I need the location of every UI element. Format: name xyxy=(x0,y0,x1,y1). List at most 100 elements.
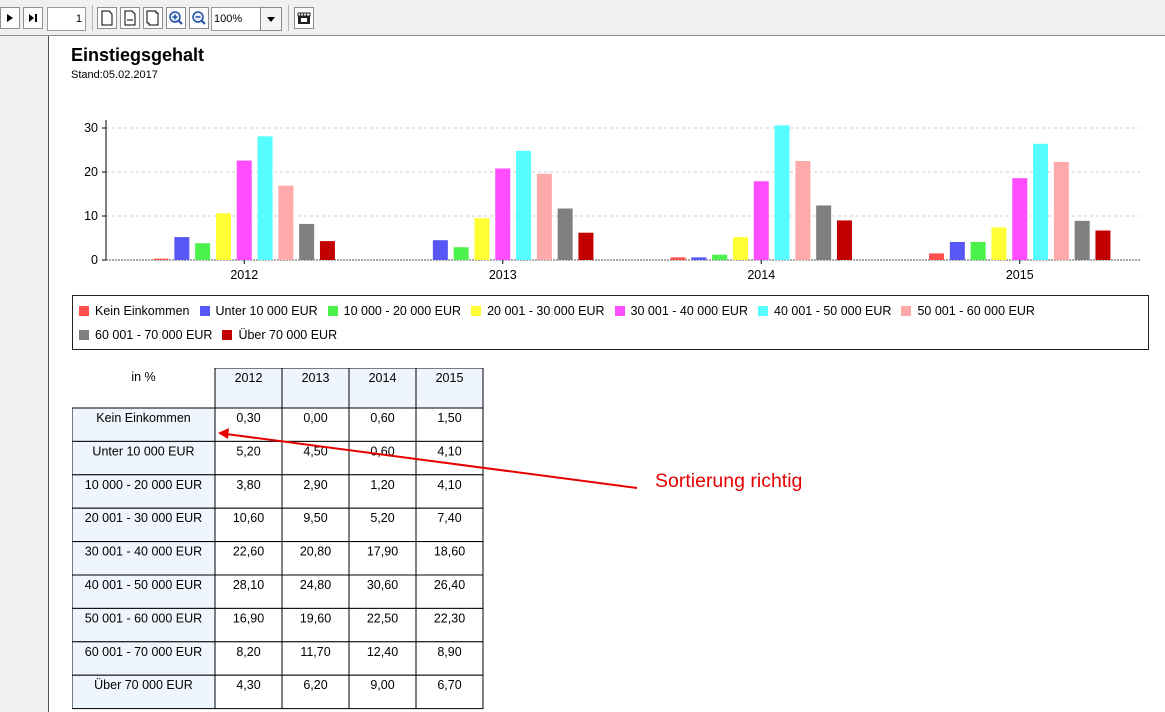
cell-value: 22,30 xyxy=(434,611,465,625)
multi-page-button[interactable] xyxy=(143,7,163,29)
cell-value: 5,20 xyxy=(370,511,394,525)
cell-value: 28,10 xyxy=(233,578,264,592)
cell-value: 5,20 xyxy=(236,444,260,458)
bar xyxy=(453,247,469,260)
bar xyxy=(712,254,728,260)
next-page-button[interactable] xyxy=(0,7,20,29)
column-header: 2014 xyxy=(369,371,397,385)
legend-label: 30 001 - 40 000 EUR xyxy=(630,304,748,318)
cell-value: 0,00 xyxy=(303,411,327,425)
legend-swatch xyxy=(199,306,210,316)
play-icon xyxy=(7,14,13,22)
legend-label: 60 001 - 70 000 EUR xyxy=(95,328,213,342)
cell-value: 9,00 xyxy=(370,678,394,692)
cell-value: 10,60 xyxy=(233,511,264,525)
legend-label: Über 70 000 EUR xyxy=(238,328,338,342)
row-label: 50 001 - 60 000 EUR xyxy=(85,611,202,625)
page-width-button[interactable] xyxy=(120,7,140,29)
y-tick-label: 0 xyxy=(91,253,98,267)
y-tick-label: 10 xyxy=(84,209,98,223)
column-header: 2015 xyxy=(436,371,464,385)
cell-value: 2,90 xyxy=(303,478,327,492)
cell-value: 19,60 xyxy=(300,611,331,625)
legend-swatch xyxy=(327,306,338,316)
bar xyxy=(774,125,790,260)
bar xyxy=(816,205,832,260)
bar xyxy=(578,232,594,260)
cell-value: 22,50 xyxy=(367,611,398,625)
legend-swatch xyxy=(758,306,768,316)
bar xyxy=(153,258,169,260)
column-header: 2012 xyxy=(235,371,263,385)
row-label: 40 001 - 50 000 EUR xyxy=(85,578,202,592)
zoom-dropdown-button[interactable] xyxy=(260,7,282,31)
bar xyxy=(670,257,686,260)
report-title: Einstiegsgehalt xyxy=(71,45,205,65)
page-icon xyxy=(101,10,113,26)
cell-value: 7,40 xyxy=(437,511,461,525)
cell-value: 20,80 xyxy=(300,545,331,559)
legend-label: Unter 10 000 EUR xyxy=(215,304,318,318)
cell-value: 9,50 xyxy=(303,511,327,525)
x-tick-label: 2012 xyxy=(230,268,258,282)
pages-icon xyxy=(146,10,159,26)
bar xyxy=(691,257,707,260)
toolbar-separator xyxy=(288,5,289,31)
row-label: Über 70 000 EUR xyxy=(94,678,193,692)
bar xyxy=(432,240,448,260)
bar xyxy=(236,160,252,260)
bar xyxy=(215,213,231,260)
cell-value: 0,60 xyxy=(370,444,394,458)
legend-item: Über 70 000 EUR xyxy=(222,326,337,344)
cell-value: 4,50 xyxy=(303,444,327,458)
report-viewer-toolbar: 1 100% xyxy=(0,0,1165,36)
skip-end-icon xyxy=(29,14,37,22)
bar xyxy=(753,181,769,260)
data-table: 2012 2013 2014 2015 Kein Einkommen 0,30 0,00 0,… xyxy=(72,368,484,710)
legend-item: 30 001 - 40 000 EUR xyxy=(614,302,748,320)
bar xyxy=(257,136,273,260)
bar xyxy=(1074,220,1090,260)
legend-label: 50 001 - 60 000 EUR xyxy=(917,304,1035,318)
page-number-input[interactable]: 1 xyxy=(47,7,86,31)
last-page-button[interactable] xyxy=(23,7,43,29)
cell-value: 24,80 xyxy=(300,578,331,592)
cell-value: 0,60 xyxy=(370,411,394,425)
cell-value: 11,70 xyxy=(300,645,330,659)
clapperboard-icon xyxy=(297,12,311,24)
cell-value: 4,10 xyxy=(437,478,461,492)
export-button[interactable] xyxy=(294,7,314,29)
cell-value: 3,80 xyxy=(236,478,260,492)
cell-value: 6,70 xyxy=(437,678,461,692)
x-tick-label: 2015 xyxy=(1006,268,1034,282)
legend-item: 60 001 - 70 000 EUR xyxy=(79,326,212,344)
y-tick-label: 20 xyxy=(84,165,98,179)
cell-value: 22,60 xyxy=(233,545,264,559)
cell-value: 8,20 xyxy=(236,645,260,659)
zoom-in-button[interactable] xyxy=(166,7,186,29)
bar xyxy=(1095,230,1111,260)
report-date: Stand:05.02.2017 xyxy=(71,69,158,81)
bar xyxy=(991,227,1007,260)
cell-value: 30,60 xyxy=(367,578,398,592)
legend-label: 20 001 - 30 000 EUR xyxy=(487,304,605,318)
single-page-button[interactable] xyxy=(97,7,117,29)
column-header: 2013 xyxy=(302,371,330,385)
cell-value: 12,40 xyxy=(367,645,398,659)
legend-item: 10 000 - 20 000 EUR xyxy=(327,302,462,320)
legend-label: 40 001 - 50 000 EUR xyxy=(774,304,892,318)
bar xyxy=(1053,161,1069,260)
bar xyxy=(195,243,211,260)
annotation-text: Sortierung richtig xyxy=(655,470,803,492)
cell-value: 1,20 xyxy=(370,478,394,492)
legend-swatch xyxy=(79,306,89,316)
bar xyxy=(474,218,490,260)
bar xyxy=(299,223,315,260)
legend-label: 10 000 - 20 000 EUR xyxy=(343,304,462,318)
row-label: 30 001 - 40 000 EUR xyxy=(85,545,202,559)
zoom-out-icon xyxy=(192,11,206,25)
zoom-out-button[interactable] xyxy=(189,7,209,29)
bar xyxy=(1012,178,1028,260)
zoom-select[interactable]: 100% xyxy=(211,7,261,31)
toolbar-separator xyxy=(92,5,93,31)
